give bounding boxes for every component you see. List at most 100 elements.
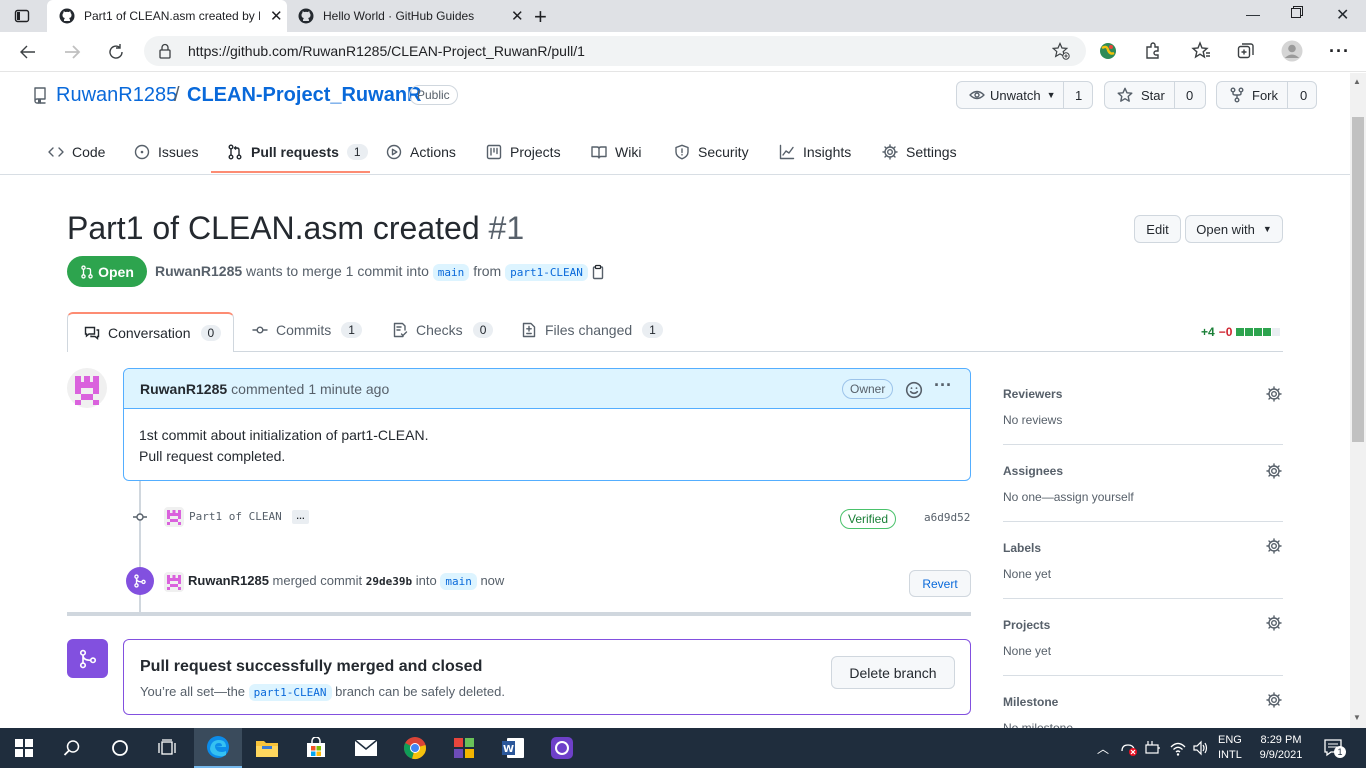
nav-security[interactable]: Security bbox=[674, 132, 749, 172]
browser-tab[interactable]: Hello World · GitHub Guides ✕ bbox=[288, 0, 528, 32]
battery-plug-icon[interactable] bbox=[1144, 739, 1162, 760]
copy-icon[interactable] bbox=[591, 264, 605, 283]
tab-files-changed[interactable]: Files changed 1 bbox=[521, 322, 663, 338]
tab-commits[interactable]: Commits 1 bbox=[252, 322, 362, 338]
close-window-icon[interactable]: ✕ bbox=[1336, 5, 1349, 25]
scroll-up-icon[interactable]: ▲ bbox=[1353, 77, 1361, 86]
profile-avatar-icon[interactable] bbox=[1281, 40, 1303, 65]
settings-more-icon[interactable]: ··· bbox=[1329, 41, 1350, 62]
lock-icon[interactable] bbox=[158, 43, 172, 62]
nav-wiki[interactable]: Wiki bbox=[591, 132, 641, 172]
scroll-down-icon[interactable]: ▼ bbox=[1353, 713, 1361, 722]
sidebar-heading-assignees[interactable]: Assignees bbox=[1003, 464, 1063, 478]
sidebar-heading-reviewers[interactable]: Reviewers bbox=[1003, 387, 1062, 401]
merge-author-link[interactable]: RuwanR1285 bbox=[188, 573, 269, 588]
merged-head-branch[interactable]: part1-CLEAN bbox=[248, 684, 332, 701]
close-tab-icon[interactable]: ✕ bbox=[511, 7, 524, 25]
scrollbar-thumb[interactable] bbox=[1352, 117, 1364, 442]
star-button[interactable]: Star 0 bbox=[1104, 81, 1206, 109]
comment-author-link[interactable]: RuwanR1285 bbox=[140, 381, 227, 397]
address-bar[interactable]: https://github.com/RuwanR1285/CLEAN-Proj… bbox=[144, 36, 1086, 66]
smiley-icon[interactable] bbox=[905, 381, 923, 399]
base-branch[interactable]: main bbox=[432, 264, 470, 281]
notification-center-icon[interactable]: 1 bbox=[1324, 738, 1346, 761]
favorites-icon[interactable] bbox=[1191, 41, 1211, 64]
head-branch[interactable]: part1-CLEAN bbox=[505, 264, 588, 281]
delete-branch-button[interactable]: Delete branch bbox=[831, 656, 955, 689]
nav-insights[interactable]: Insights bbox=[779, 132, 851, 172]
app-grid-icon[interactable] bbox=[440, 728, 488, 768]
restore-icon[interactable] bbox=[1290, 5, 1304, 22]
refresh-icon[interactable] bbox=[106, 42, 126, 65]
gear-icon[interactable] bbox=[1266, 615, 1282, 634]
cortana-icon[interactable] bbox=[96, 728, 144, 768]
task-view-icon[interactable] bbox=[144, 728, 192, 768]
wifi-icon[interactable] bbox=[1169, 739, 1187, 760]
volume-icon[interactable] bbox=[1192, 739, 1210, 760]
repo-name-link[interactable]: CLEAN-Project_RuwanR bbox=[187, 84, 421, 107]
collections-icon[interactable] bbox=[1236, 41, 1256, 64]
avatar[interactable] bbox=[67, 368, 107, 411]
clock[interactable]: 8:29 PM 9/9/2021 bbox=[1253, 733, 1309, 763]
github-desktop-icon[interactable] bbox=[538, 728, 586, 768]
gear-icon[interactable] bbox=[1266, 386, 1282, 405]
commit-sha-link[interactable]: a6d9d52 bbox=[924, 511, 970, 524]
merge-commit-sha[interactable]: 29de39b bbox=[366, 575, 412, 588]
forward-icon[interactable] bbox=[62, 42, 82, 65]
chrome-icon[interactable] bbox=[391, 728, 439, 768]
nav-issues[interactable]: Issues bbox=[134, 132, 198, 172]
chevron-up-icon[interactable]: ︿ bbox=[1097, 740, 1109, 757]
expand-commit-button[interactable]: … bbox=[292, 510, 309, 524]
avatar[interactable] bbox=[164, 572, 184, 595]
nav-projects[interactable]: Projects bbox=[486, 132, 561, 172]
gear-icon[interactable] bbox=[1266, 692, 1282, 711]
tab-conversation[interactable]: Conversation 0 bbox=[67, 312, 234, 352]
sidebar-heading-milestone[interactable]: Milestone bbox=[1003, 695, 1058, 709]
input-language[interactable]: ENG INTL bbox=[1218, 733, 1242, 763]
verified-badge[interactable]: Verified bbox=[840, 509, 897, 529]
extensions-icon[interactable] bbox=[1143, 41, 1163, 64]
fork-button[interactable]: Fork 0 bbox=[1216, 81, 1317, 109]
nav-settings[interactable]: Settings bbox=[882, 132, 957, 172]
windows-start-icon[interactable] bbox=[0, 728, 48, 768]
close-tab-icon[interactable]: ✕ bbox=[270, 7, 283, 25]
sidebar-value-assignees[interactable]: No one—assign yourself bbox=[1003, 490, 1134, 504]
open-with-button[interactable]: Open with ▼ bbox=[1185, 215, 1283, 243]
url-text[interactable]: https://github.com/RuwanR1285/CLEAN-Proj… bbox=[188, 43, 585, 59]
store-icon[interactable] bbox=[292, 728, 340, 768]
back-icon[interactable] bbox=[18, 42, 38, 65]
comment-time[interactable]: 1 minute ago bbox=[308, 381, 389, 397]
edge-taskbar-icon[interactable] bbox=[194, 728, 242, 768]
page-scrollbar[interactable]: ▲ ▼ bbox=[1350, 73, 1366, 728]
revert-button[interactable]: Revert bbox=[909, 570, 971, 597]
gear-icon[interactable] bbox=[1266, 538, 1282, 557]
sidebar-heading-labels[interactable]: Labels bbox=[1003, 541, 1041, 555]
word-icon[interactable]: W bbox=[489, 728, 537, 768]
merge-base-branch[interactable]: main bbox=[440, 573, 477, 590]
kebab-horizontal-icon[interactable]: ··· bbox=[934, 375, 952, 396]
favorite-add-icon[interactable] bbox=[1051, 42, 1070, 63]
pr-author-link[interactable]: RuwanR1285 bbox=[155, 263, 242, 279]
search-icon[interactable] bbox=[48, 728, 96, 768]
gear-icon[interactable] bbox=[1266, 463, 1282, 482]
extension-globe-icon[interactable] bbox=[1098, 41, 1118, 64]
nav-code[interactable]: Code bbox=[48, 132, 105, 172]
unwatch-button[interactable]: Unwatch ▼ 1 bbox=[956, 81, 1093, 109]
avatar[interactable] bbox=[164, 507, 184, 530]
mail-icon[interactable] bbox=[342, 728, 390, 768]
file-explorer-icon[interactable] bbox=[243, 728, 291, 768]
nav-pull-requests[interactable]: Pull requests 1 bbox=[227, 132, 368, 172]
repo-owner-link[interactable]: RuwanR1285 bbox=[56, 84, 177, 107]
browser-tab-active[interactable]: Part1 of CLEAN.asm created by R ✕ bbox=[47, 0, 287, 32]
new-tab-icon[interactable]: + bbox=[534, 4, 547, 30]
edit-title-button[interactable]: Edit bbox=[1134, 215, 1181, 243]
merge-time[interactable]: now bbox=[480, 573, 504, 588]
commit-message[interactable]: Part1 of CLEAN bbox=[189, 510, 282, 523]
tab-checks[interactable]: Checks 0 bbox=[392, 322, 494, 338]
network-error-icon[interactable] bbox=[1120, 739, 1140, 760]
tab-actions-icon[interactable] bbox=[14, 8, 30, 27]
sidebar-heading-projects[interactable]: Projects bbox=[1003, 618, 1050, 632]
nav-actions[interactable]: Actions bbox=[386, 132, 456, 172]
nav-security-label: Security bbox=[698, 144, 749, 160]
minimize-icon[interactable]: — bbox=[1246, 6, 1260, 22]
